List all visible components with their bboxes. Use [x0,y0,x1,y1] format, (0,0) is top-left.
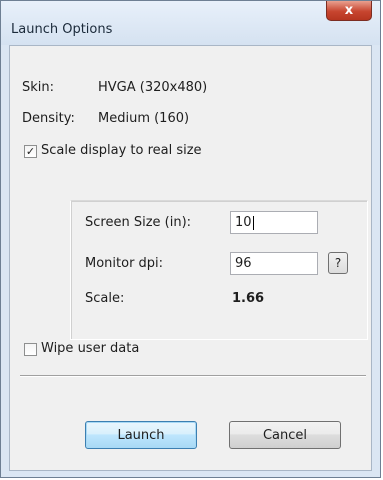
launch-options-dialog: Launch Options x Skin: HVGA (320x480) De… [0,0,381,478]
density-label: Density: [22,111,75,126]
screen-size-value: 10 [235,215,252,230]
scale-value: 1.66 [232,291,265,306]
launch-button-label: Launch [117,427,165,443]
close-button[interactable]: x [326,1,372,21]
cancel-button[interactable]: Cancel [229,421,341,449]
monitor-dpi-label: Monitor dpi: [85,256,164,271]
help-button[interactable]: ? [328,252,348,274]
monitor-dpi-value: 96 [235,256,252,271]
skin-value: HVGA (320x480) [98,80,208,95]
dialog-body: Skin: HVGA (320x480) Density: Medium (16… [9,45,372,471]
density-value: Medium (160) [98,111,190,126]
window-title: Launch Options [11,22,113,37]
checkmark-icon: ✓ [25,145,36,158]
scale-display-label[interactable]: Scale display to real size [41,143,202,158]
skin-label: Skin: [22,80,55,95]
cancel-button-label: Cancel [262,427,308,443]
wipe-user-data-checkbox[interactable] [24,343,37,356]
close-icon: x [344,3,354,18]
screen-size-input[interactable]: 10 [230,211,318,234]
launch-button[interactable]: Launch [85,421,197,449]
question-icon: ? [334,256,342,270]
scale-display-checkbox[interactable]: ✓ [24,145,37,158]
title-bar[interactable]: Launch Options x [1,1,380,45]
text-caret [252,215,254,230]
scale-label: Scale: [85,291,125,306]
screen-size-label: Screen Size (in): [85,215,192,230]
separator [20,375,366,377]
monitor-dpi-input[interactable]: 96 [230,252,318,275]
wipe-user-data-label[interactable]: Wipe user data [41,341,139,356]
